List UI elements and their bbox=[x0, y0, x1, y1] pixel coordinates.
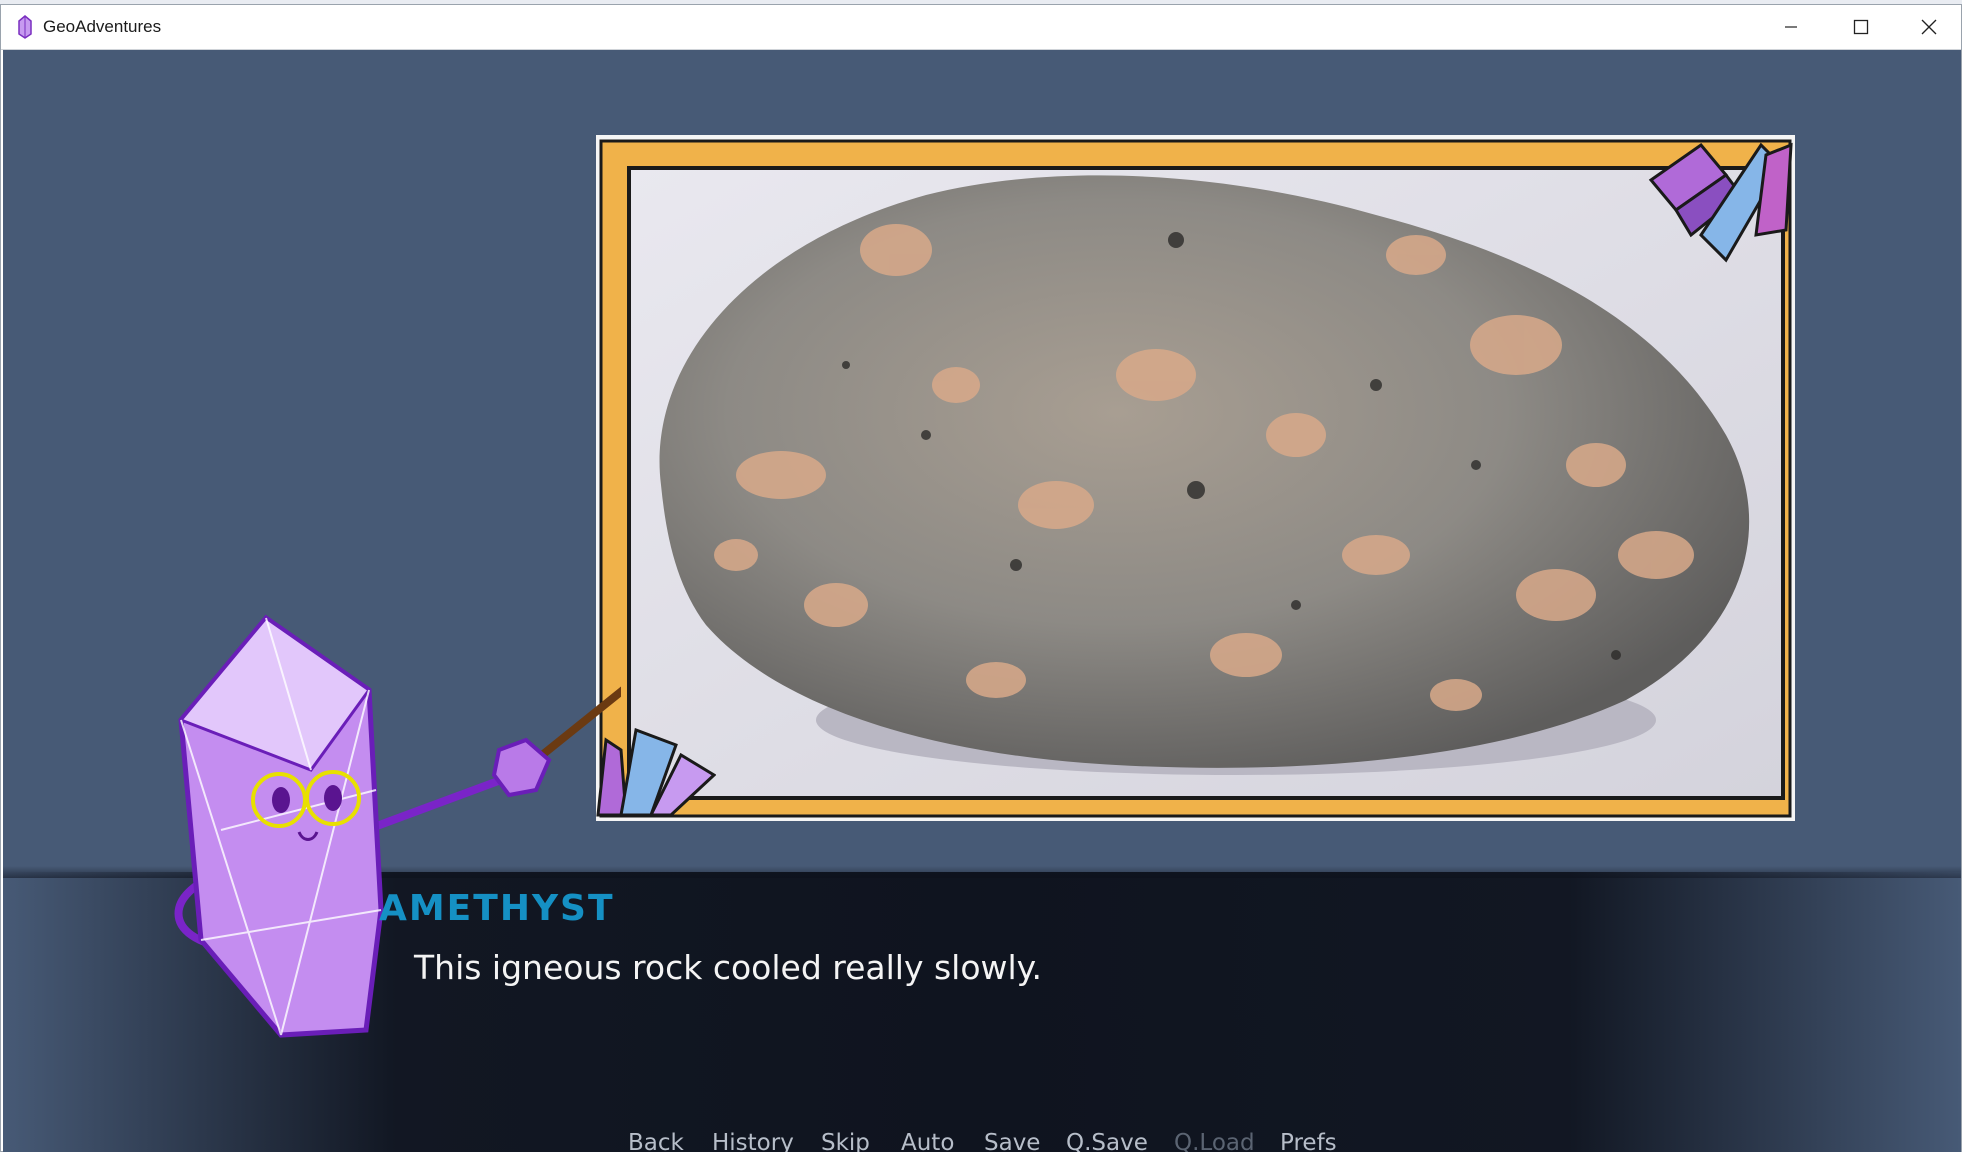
app-window: GeoAdventures AMETHYST This igneous rock… bbox=[0, 4, 1962, 1152]
quick-load-button[interactable]: Q.Load bbox=[1174, 1130, 1255, 1152]
history-button[interactable]: History bbox=[712, 1130, 794, 1152]
picture-frame bbox=[596, 135, 1795, 821]
title-bar[interactable]: GeoAdventures bbox=[1, 5, 1961, 50]
crystal-cluster-icon bbox=[1648, 142, 1793, 263]
window-title: GeoAdventures bbox=[43, 17, 162, 36]
minimize-icon bbox=[1784, 20, 1798, 34]
quick-menu: Back History Skip Auto Save Q.Save Q.Loa… bbox=[3, 1130, 1961, 1152]
close-button[interactable] bbox=[1894, 5, 1962, 49]
speaker-name: AMETHYST bbox=[379, 888, 615, 929]
igneous-rock-photo bbox=[596, 135, 1795, 821]
maximize-button[interactable] bbox=[1826, 5, 1896, 49]
skip-button[interactable]: Skip bbox=[821, 1130, 870, 1152]
auto-button[interactable]: Auto bbox=[901, 1130, 954, 1152]
dialogue-text: This igneous rock cooled really slowly. bbox=[414, 948, 1042, 987]
save-button[interactable]: Save bbox=[984, 1130, 1040, 1152]
quick-save-button[interactable]: Q.Save bbox=[1066, 1130, 1148, 1152]
back-button[interactable]: Back bbox=[628, 1130, 684, 1152]
maximize-icon bbox=[1853, 19, 1869, 35]
close-icon bbox=[1921, 19, 1937, 35]
game-canvas[interactable]: AMETHYST This igneous rock cooled really… bbox=[3, 50, 1961, 1152]
prefs-button[interactable]: Prefs bbox=[1280, 1130, 1337, 1152]
amethyst-app-icon bbox=[17, 15, 33, 39]
minimize-button[interactable] bbox=[1756, 5, 1826, 49]
